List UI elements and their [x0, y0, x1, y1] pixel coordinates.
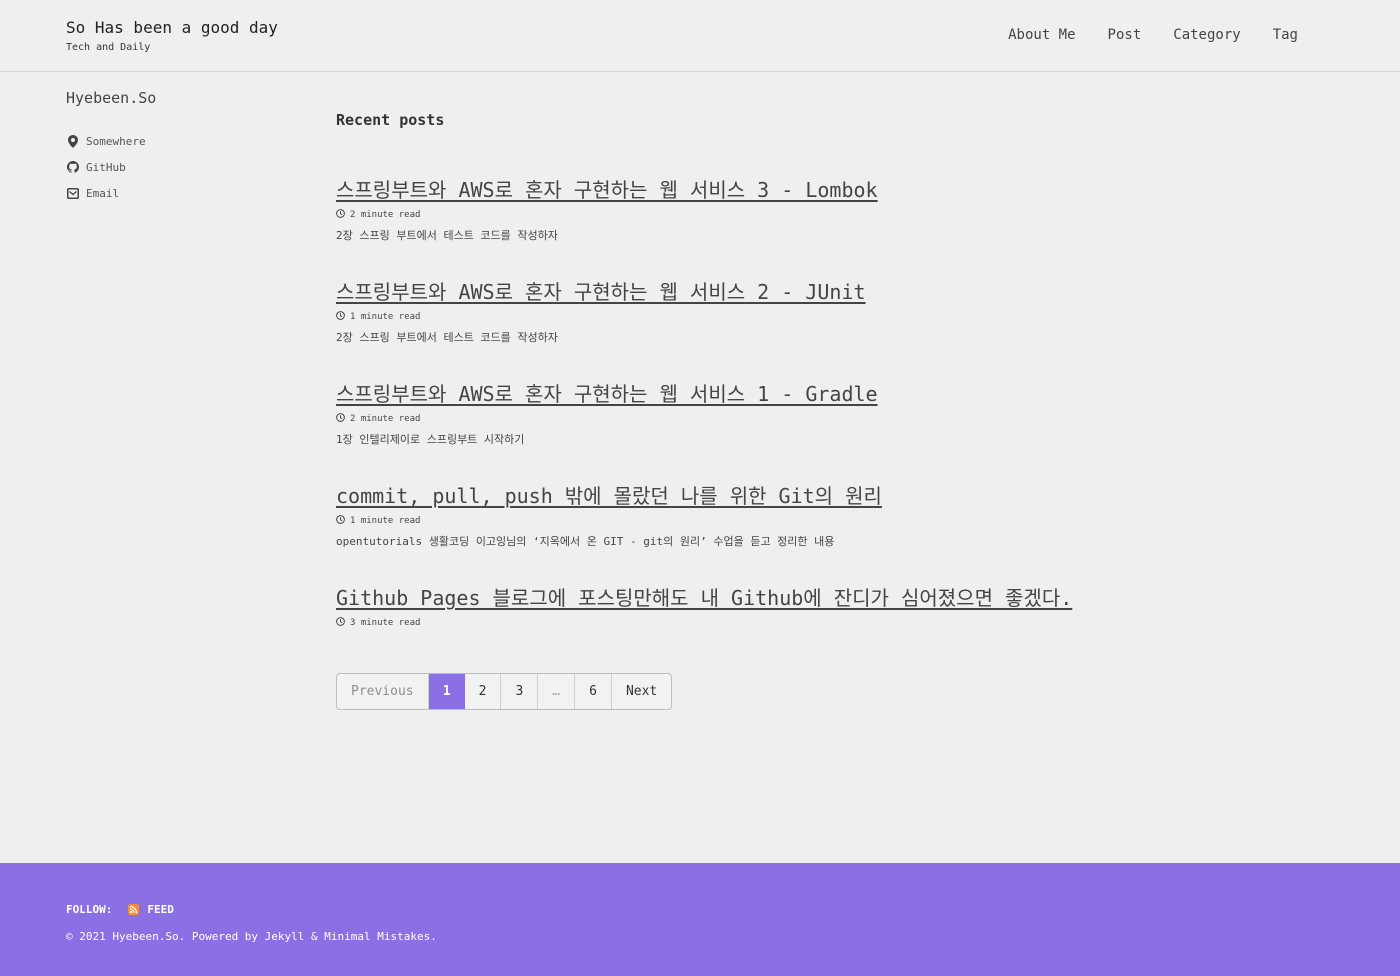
post-title-link[interactable]: Github Pages 블로그에 포스팅만해도 내 Github에 잔디가 심… [336, 582, 1072, 611]
feed-label: FEED [147, 903, 174, 916]
clock-icon [336, 617, 345, 629]
nav-tag[interactable]: Tag [1273, 27, 1298, 43]
author-link-email[interactable]: Email [66, 180, 146, 206]
post-item: 스프링부트와 AWS로 혼자 구현하는 웹 서비스 2 - JUnit 1 mi… [336, 276, 866, 345]
pagination-page-2[interactable]: 2 [465, 674, 502, 709]
author-github-link[interactable]: GitHub [86, 161, 126, 174]
nav-about-me[interactable]: About Me [1008, 27, 1075, 43]
footer: FOLLOW: FEED © 2021 Hyebeen.So. Powered … [0, 863, 1400, 976]
author-location-label: Somewhere [86, 134, 146, 148]
masthead: So Has been a good day Tech and Daily Ab… [0, 0, 1400, 72]
author-email-link[interactable]: Email [86, 187, 119, 200]
post-title-link[interactable]: 스프링부트와 AWS로 혼자 구현하는 웹 서비스 3 - Lombok [336, 174, 878, 203]
post-excerpt: 2장 스프링 부트에서 테스트 코드를 작성하자 [336, 331, 558, 344]
post-meta: 2 minute read [336, 413, 878, 425]
pagination-page-3[interactable]: 3 [501, 674, 539, 709]
post-item: 스프링부트와 AWS로 혼자 구현하는 웹 서비스 3 - Lombok 2 m… [336, 174, 878, 243]
post-meta: 2 minute read [336, 209, 878, 221]
pagination: Previous 1 2 3 … 6 Next [336, 673, 673, 710]
follow-label: FOLLOW: [66, 903, 113, 916]
post-read-time: 1 minute read [350, 516, 421, 526]
post-excerpt: 2장 스프링 부트에서 테스트 코드를 작성하자 [336, 229, 558, 242]
clock-icon [336, 413, 345, 425]
nav-category[interactable]: Category [1173, 27, 1240, 43]
clock-icon [336, 515, 345, 527]
post-meta: 1 minute read [336, 311, 866, 323]
post-read-time: 3 minute read [350, 618, 421, 628]
clock-icon [336, 209, 345, 221]
pagination-page-1[interactable]: 1 [428, 674, 465, 709]
post-excerpt: opentutorials 생활코딩 이고잉님의 ‘지옥에서 온 GIT - g… [336, 535, 835, 548]
post-title-link[interactable]: 스프링부트와 AWS로 혼자 구현하는 웹 서비스 1 - Gradle [336, 378, 878, 407]
post-read-time: 2 minute read [350, 210, 421, 220]
author-links: Somewhere GitHub Email [66, 128, 146, 206]
follow-row: FOLLOW: FEED [66, 903, 174, 916]
rss-icon [128, 904, 140, 915]
author-link-github[interactable]: GitHub [66, 154, 146, 180]
post-item: Github Pages 블로그에 포스팅만해도 내 Github에 잔디가 심… [336, 582, 1072, 629]
post-excerpt: 1장 인텔리제이로 스프링부트 시작하기 [336, 433, 525, 446]
main-nav: About Me Post Category Tag [1008, 27, 1298, 43]
location-pin-icon [66, 134, 80, 148]
post-read-time: 2 minute read [350, 414, 421, 424]
email-icon [66, 186, 80, 200]
post-title-link[interactable]: 스프링부트와 AWS로 혼자 구현하는 웹 서비스 2 - JUnit [336, 276, 866, 305]
author-link-location: Somewhere [66, 128, 146, 154]
post-item: commit, pull, push 밖에 몰랐던 나를 위한 Git의 원리 … [336, 480, 882, 549]
post-title-link[interactable]: commit, pull, push 밖에 몰랐던 나를 위한 Git의 원리 [336, 480, 882, 509]
pagination-next[interactable]: Next [612, 674, 671, 709]
nav-post[interactable]: Post [1108, 27, 1142, 43]
feed-link[interactable]: FEED [128, 903, 174, 916]
post-item: 스프링부트와 AWS로 혼자 구현하는 웹 서비스 1 - Gradle 2 m… [336, 378, 878, 447]
section-title: Recent posts [336, 111, 445, 129]
clock-icon [336, 311, 345, 323]
author-name: Hyebeen.So [66, 89, 157, 107]
copyright: © 2021 Hyebeen.So. Powered by Jekyll & M… [66, 930, 437, 943]
site-title[interactable]: So Has been a good day [66, 18, 278, 37]
pagination-ellipsis: … [538, 674, 576, 709]
post-meta: 3 minute read [336, 617, 1072, 629]
github-icon [66, 160, 80, 174]
post-read-time: 1 minute read [350, 312, 421, 322]
pagination-previous[interactable]: Previous [337, 674, 429, 709]
site-subtitle: Tech and Daily [66, 42, 151, 53]
pagination-page-last[interactable]: 6 [575, 674, 612, 709]
post-meta: 1 minute read [336, 515, 882, 527]
